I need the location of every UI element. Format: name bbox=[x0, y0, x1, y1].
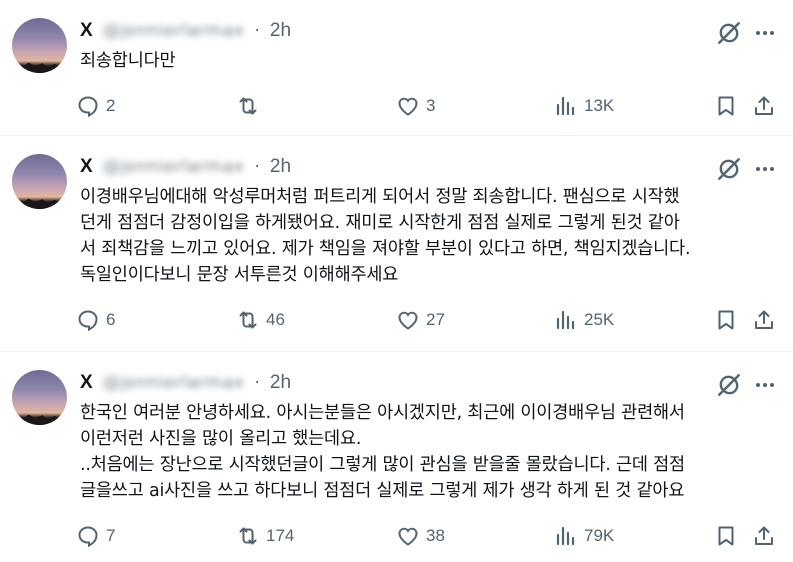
reply-icon bbox=[78, 526, 98, 548]
repost-button[interactable] bbox=[236, 93, 266, 119]
post-time[interactable]: 2h bbox=[270, 156, 291, 178]
views-count: 13K bbox=[584, 96, 615, 115]
reply-button[interactable]: 6 bbox=[76, 307, 115, 333]
reply-button[interactable]: 7 bbox=[76, 523, 115, 549]
repost-button[interactable]: 46 bbox=[236, 307, 285, 333]
like-count: 3 bbox=[426, 96, 436, 115]
repost-icon bbox=[239, 97, 257, 115]
reply-count: 2 bbox=[106, 96, 116, 115]
display-name[interactable]: X bbox=[80, 20, 93, 42]
share-button[interactable] bbox=[752, 93, 776, 119]
bookmark-icon bbox=[718, 310, 734, 330]
post-header: X @jennierlarmax · 2h bbox=[80, 154, 291, 180]
views-button[interactable]: 79K bbox=[554, 523, 614, 549]
post-time[interactable]: 2h bbox=[270, 20, 291, 42]
reply-count: 6 bbox=[106, 310, 116, 329]
like-button[interactable]: 27 bbox=[396, 307, 445, 333]
post-time[interactable]: 2h bbox=[270, 372, 291, 394]
post-text: 죄송합니다만 bbox=[80, 51, 176, 71]
avatar[interactable] bbox=[12, 18, 67, 73]
user-handle[interactable]: @jennierlarmax bbox=[103, 21, 245, 41]
post[interactable]: X @jennierlarmax · 2h 이경배우님에대해 악성루머처럼 퍼트… bbox=[0, 136, 793, 352]
grok-icon[interactable] bbox=[716, 156, 742, 182]
post[interactable]: X @jennierlarmax · 2h 한국인 여러분 안녕하세요. 아시는… bbox=[0, 352, 793, 562]
like-button[interactable]: 38 bbox=[396, 523, 445, 549]
avatar[interactable] bbox=[12, 154, 67, 209]
bookmark-button[interactable] bbox=[714, 307, 738, 333]
post[interactable]: X @jennierlarmax · 2h 죄송합니다만 2 3 13K bbox=[0, 0, 793, 136]
display-name[interactable]: X bbox=[80, 372, 93, 394]
user-handle[interactable]: @jennierlarmax bbox=[103, 373, 245, 393]
views-button[interactable]: 13K bbox=[554, 93, 614, 119]
like-count: 38 bbox=[426, 526, 445, 545]
repost-icon bbox=[239, 527, 257, 545]
reply-icon bbox=[78, 310, 98, 332]
views-button[interactable]: 25K bbox=[554, 307, 614, 333]
post-text: 한국인 여러분 안녕하세요. 아시는분들은 아시겠지만, 최근에 이이경배우님 … bbox=[80, 403, 685, 501]
like-button[interactable]: 3 bbox=[396, 93, 435, 119]
share-icon bbox=[755, 310, 773, 329]
separator-dot: · bbox=[254, 373, 260, 393]
share-icon bbox=[755, 96, 773, 115]
views-count: 79K bbox=[584, 526, 615, 545]
separator-dot: · bbox=[254, 157, 260, 177]
avatar[interactable] bbox=[12, 370, 67, 425]
heart-icon bbox=[398, 311, 418, 330]
more-icon[interactable] bbox=[752, 20, 778, 46]
repost-icon bbox=[239, 311, 257, 329]
reply-icon bbox=[78, 96, 98, 118]
share-button[interactable] bbox=[752, 523, 776, 549]
separator-dot: · bbox=[254, 21, 260, 41]
grok-icon[interactable] bbox=[716, 20, 742, 46]
like-count: 27 bbox=[426, 310, 445, 329]
post-header: X @jennierlarmax · 2h bbox=[80, 370, 291, 396]
views-icon bbox=[556, 96, 575, 116]
repost-count: 46 bbox=[266, 310, 285, 329]
display-name[interactable]: X bbox=[80, 156, 93, 178]
heart-icon bbox=[398, 97, 418, 116]
views-icon bbox=[556, 526, 575, 546]
grok-icon[interactable] bbox=[716, 372, 742, 398]
views-count: 25K bbox=[584, 310, 615, 329]
share-icon bbox=[755, 526, 773, 545]
more-icon[interactable] bbox=[752, 372, 778, 398]
heart-icon bbox=[398, 527, 418, 546]
share-button[interactable] bbox=[752, 307, 776, 333]
more-icon[interactable] bbox=[752, 156, 778, 182]
views-icon bbox=[556, 310, 575, 330]
action-bar: 6 46 27 25K bbox=[76, 307, 786, 333]
bookmark-icon bbox=[718, 526, 734, 546]
post-text: 이경배우님에대해 악성루머처럼 퍼트리게 되어서 정말 죄송합니다. 팬심으로 … bbox=[80, 187, 691, 285]
reply-count: 7 bbox=[106, 526, 116, 545]
bookmark-button[interactable] bbox=[714, 523, 738, 549]
post-header: X @jennierlarmax · 2h bbox=[80, 18, 291, 44]
bookmark-icon bbox=[718, 96, 734, 116]
repost-count: 174 bbox=[266, 526, 295, 545]
action-bar: 2 3 13K bbox=[76, 93, 786, 119]
reply-button[interactable]: 2 bbox=[76, 93, 115, 119]
action-bar: 7 174 38 79K bbox=[76, 523, 786, 549]
bookmark-button[interactable] bbox=[714, 93, 738, 119]
repost-button[interactable]: 174 bbox=[236, 523, 294, 549]
user-handle[interactable]: @jennierlarmax bbox=[103, 157, 245, 177]
